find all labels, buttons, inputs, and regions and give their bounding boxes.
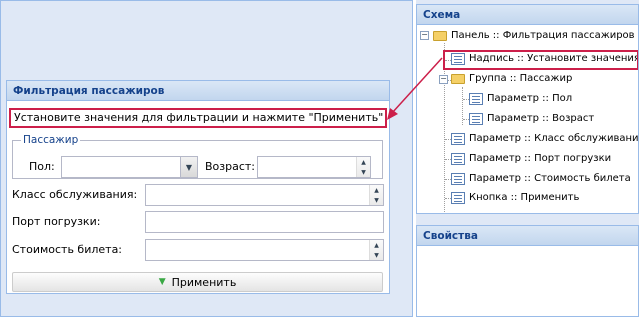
tree-node-label: Группа :: Пассажир [469,73,573,84]
passenger-fieldset: Пассажир Пол: ▼ Возраст: ▲ ▼ [12,134,383,179]
spin-up-icon[interactable]: ▲ [370,240,383,250]
port-label: Порт погрузки: [12,215,101,228]
price-value [146,243,149,256]
passenger-legend: Пассажир [23,134,79,146]
form-item-icon [469,93,483,105]
tree-node-label-widget[interactable]: Надпись :: Установите значения ... [451,49,639,69]
tree-node-param-port[interactable]: Параметр :: Порт погрузки [451,149,611,169]
collapse-icon[interactable]: − [420,31,429,40]
tree-node-label: Параметр :: Порт погрузки [469,153,612,164]
chevron-down-icon[interactable]: ▼ [180,157,197,177]
tree-node-label: Параметр :: Стоимость билета [469,173,631,184]
tree-node-param-price[interactable]: Параметр :: Стоимость билета [451,169,631,189]
filter-notice-label[interactable]: Установите значения для фильтрации и наж… [9,108,387,128]
properties-panel [416,246,639,317]
apply-button[interactable]: ▼ Применить [12,272,383,292]
tree-node-button[interactable]: Кнопка :: Применить [451,188,579,208]
tree-line [444,43,445,213]
tree-node-param-sex[interactable]: Параметр :: Пол [469,89,572,109]
tree-node-label: Параметр :: Пол [487,93,573,104]
schema-tree: − Панель :: Фильтрация пассажиров Надпис… [416,25,639,214]
form-item-icon [469,113,483,125]
preview-workspace: Фильтрация пассажиров Установите значени… [0,0,413,317]
filter-panel: Фильтрация пассажиров Установите значени… [6,80,390,294]
class-field[interactable]: ▲ ▼ [145,184,384,206]
sex-value [62,160,65,173]
spin-up-icon[interactable]: ▲ [357,157,370,167]
tree-node-label: Параметр :: Возраст [487,113,595,124]
spin-down-icon[interactable]: ▼ [370,250,383,260]
properties-panel-title[interactable]: Свойства [416,225,639,246]
age-spinner[interactable]: ▲ ▼ [356,157,370,177]
tree-node-group[interactable]: Группа :: Пассажир [451,69,572,89]
class-value [146,188,149,201]
form-item-icon [451,133,465,145]
triangle-down-icon: ▼ [158,277,166,287]
tree-node-label: Кнопка :: Применить [469,192,580,203]
sex-label: Пол: [29,160,55,173]
filter-panel-title: Фильтрация пассажиров [7,81,389,101]
age-field[interactable]: ▲ ▼ [257,156,371,178]
sex-combo[interactable]: ▼ [61,156,198,178]
apply-button-label: Применить [171,275,237,289]
price-field[interactable]: ▲ ▼ [145,239,384,261]
collapse-icon[interactable]: − [439,75,448,84]
price-spinner[interactable]: ▲ ▼ [369,240,383,260]
form-item-icon [451,173,465,185]
price-label: Стоимость билета: [12,243,123,256]
tree-node-label: Параметр :: Класс обслуживания [469,133,639,144]
spin-down-icon[interactable]: ▼ [370,195,383,205]
tree-node-panel[interactable]: Панель :: Фильтрация пассажиров [433,26,635,46]
class-label: Класс обслуживания: [12,188,138,201]
folder-icon [451,74,465,84]
form-item-icon [451,53,465,65]
class-spinner[interactable]: ▲ ▼ [369,185,383,205]
schema-panel-title[interactable]: Схема [416,4,639,25]
age-value [258,160,261,173]
right-sidebar: Схема − Панель :: Фильтрация пассажиров … [416,0,639,317]
port-field[interactable] [145,211,384,233]
form-item-icon [451,192,465,204]
folder-icon [433,31,447,41]
port-value [146,215,149,228]
tree-node-param-class[interactable]: Параметр :: Класс обслуживания [451,129,639,149]
tree-node-param-age[interactable]: Параметр :: Возраст [469,109,594,129]
tree-node-label: Надпись :: Установите значения ... [469,53,639,64]
age-label: Возраст: [205,160,256,173]
form-item-icon [451,153,465,165]
tree-node-label: Панель :: Фильтрация пассажиров [451,30,635,41]
spin-down-icon[interactable]: ▼ [357,167,370,177]
spin-up-icon[interactable]: ▲ [370,185,383,195]
